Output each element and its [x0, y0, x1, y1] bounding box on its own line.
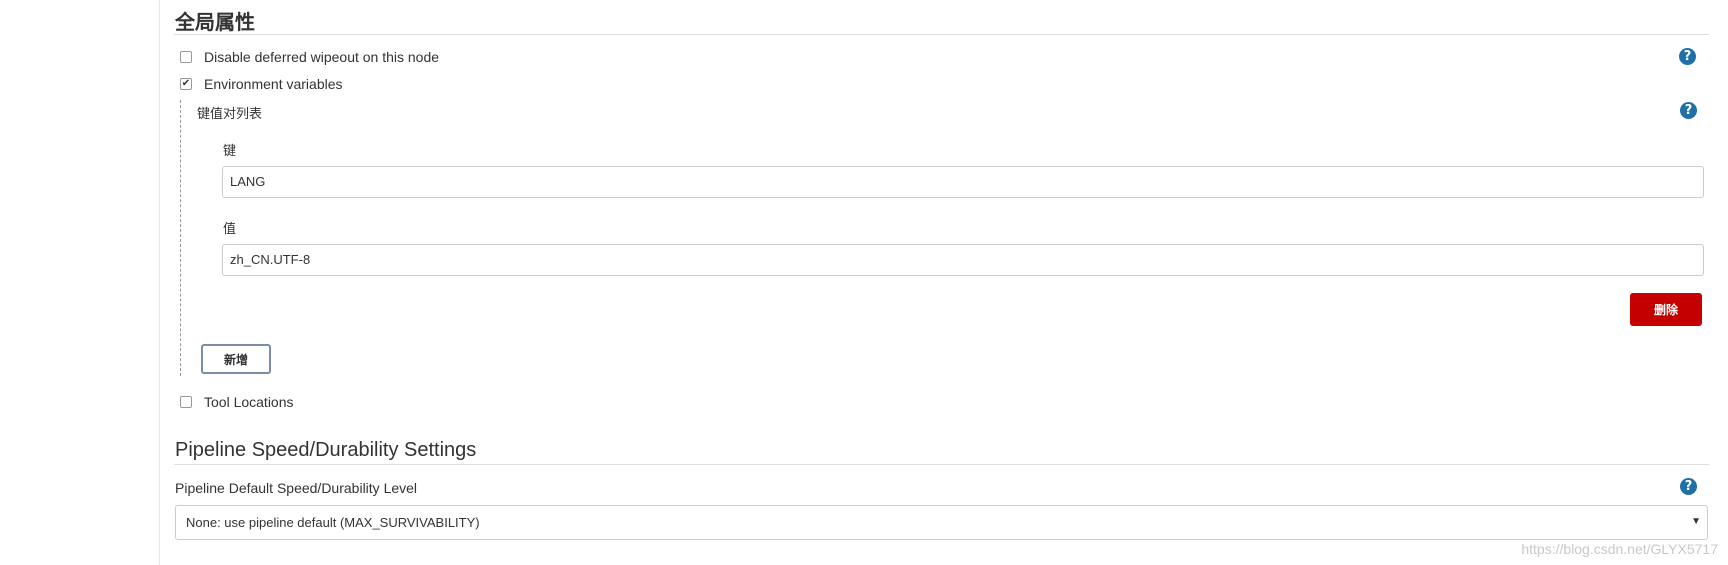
- kv-list-label: 键值对列表: [197, 106, 263, 121]
- help-icon[interactable]: ?: [1679, 48, 1696, 65]
- tool-locations-label[interactable]: Tool Locations: [204, 394, 294, 410]
- watermark: https://blog.csdn.net/GLYX5717: [1521, 541, 1718, 557]
- tool-locations-checkbox[interactable]: [180, 396, 192, 408]
- config-main: 全局属性 Disable deferred wipeout on this no…: [174, 0, 1709, 565]
- add-button[interactable]: 新增: [201, 344, 271, 374]
- section-divider: [174, 464, 1709, 465]
- section-title-pipeline: Pipeline Speed/Durability Settings: [175, 439, 477, 461]
- env-vars-row: ✔ Environment variables: [180, 76, 343, 92]
- tool-locations-row: Tool Locations: [180, 394, 294, 410]
- pipeline-level-select[interactable]: None: use pipeline default (MAX_SURVIVAB…: [175, 505, 1708, 540]
- key-input[interactable]: LANG: [222, 166, 1704, 198]
- help-icon[interactable]: ?: [1680, 102, 1697, 119]
- disable-wipeout-checkbox[interactable]: [180, 51, 192, 63]
- value-label: 值: [223, 221, 237, 236]
- help-icon[interactable]: ?: [1680, 478, 1697, 495]
- value-input[interactable]: zh_CN.UTF-8: [222, 244, 1704, 276]
- pipeline-level-label: Pipeline Default Speed/Durability Level: [175, 480, 418, 496]
- section-title-global-properties: 全局属性: [175, 12, 255, 34]
- env-vars-label[interactable]: Environment variables: [204, 76, 343, 92]
- nested-indent-line: [180, 100, 181, 376]
- disable-wipeout-row: Disable deferred wipeout on this node: [180, 49, 439, 65]
- left-sidebar: [0, 0, 160, 565]
- section-divider: [174, 34, 1709, 35]
- dropdown-arrow-icon: ▼: [1691, 516, 1701, 527]
- env-vars-checkbox[interactable]: ✔: [180, 78, 192, 90]
- key-label: 键: [223, 143, 237, 158]
- delete-button[interactable]: 删除: [1630, 293, 1702, 326]
- checkmark-icon: ✔: [181, 78, 191, 89]
- disable-wipeout-label[interactable]: Disable deferred wipeout on this node: [204, 49, 439, 65]
- pipeline-level-selected: None: use pipeline default (MAX_SURVIVAB…: [186, 515, 480, 530]
